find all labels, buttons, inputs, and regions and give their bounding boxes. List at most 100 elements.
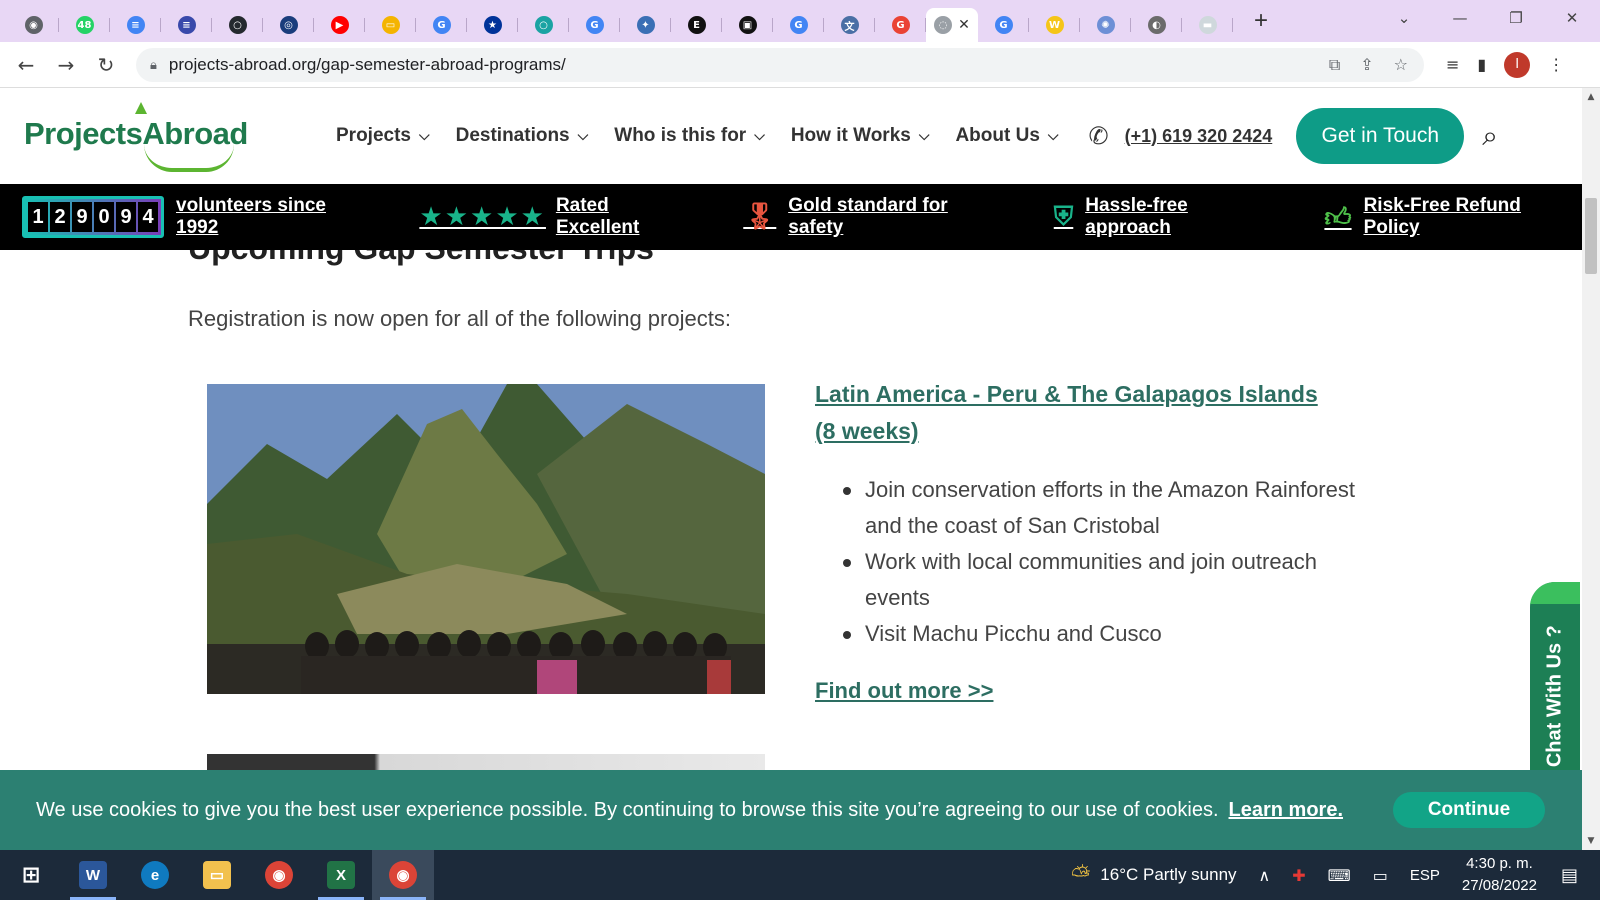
taskbar-chrome[interactable]: ◉ [248, 850, 310, 900]
get-in-touch-button[interactable]: Get in Touch [1296, 108, 1465, 164]
forward-button[interactable]: → [46, 53, 86, 77]
close-window-button[interactable]: ✕ [1544, 9, 1600, 27]
projects-abroad-logo[interactable]: ProjectsAbroad [24, 100, 248, 172]
slides-icon: ▭ [381, 16, 400, 34]
machu-picchu-photo[interactable] [207, 384, 765, 694]
system-tray: ⛅︎ 16°C Partly sunny ∧ ✚ ⌨ ▭ ESP 4:30 p.… [1071, 850, 1600, 900]
section-title: Upcoming Gap Semester Trips [188, 250, 654, 267]
browser-tab[interactable]: ≡ [161, 8, 212, 42]
refund-policy-link[interactable]: 👍︎ Risk-Free Refund Policy [1324, 195, 1582, 239]
chevron-down-icon: ⌵ [918, 128, 930, 144]
scroll-up-icon[interactable]: ▲ [1582, 92, 1600, 102]
browser-tab[interactable]: 48 [59, 8, 110, 42]
taskbar-edge[interactable]: e [124, 850, 186, 900]
browser-tab[interactable]: ▣ [722, 8, 773, 42]
share-icon[interactable]: ⇪ [1360, 55, 1373, 75]
browser-tab[interactable]: ▭ [365, 8, 416, 42]
back-button[interactable]: ← [6, 53, 46, 77]
bookmark-star-icon[interactable]: ☆ [1394, 55, 1408, 75]
logo-leaf-icon [135, 102, 147, 114]
nav-projects[interactable]: Projects ⌵ [336, 125, 430, 147]
nav-how-it-works[interactable]: How it Works ⌵ [791, 125, 930, 147]
browser-tab[interactable]: G [875, 8, 926, 42]
learn-more-link[interactable]: Learn more. [1229, 799, 1343, 822]
language-indicator[interactable]: ESP [1410, 867, 1440, 884]
volunteers-link[interactable]: volunteers since 1992 [176, 195, 373, 239]
windows-logo-icon: ⊞ [21, 862, 41, 888]
browser-tab[interactable]: 文 [824, 8, 875, 42]
browser-tab[interactable]: ≡ [110, 8, 161, 42]
windows-taskbar: ⊞ W e ▭ ◉ X ◉ ⛅︎ 16°C Partly sunny ∧ ✚ ⌨… [0, 850, 1600, 900]
nav-about-us[interactable]: About Us ⌵ [955, 125, 1058, 147]
cookie-text: We use cookies to give you the best user… [36, 798, 1219, 821]
taskbar-word[interactable]: W [62, 850, 124, 900]
google-icon: G [432, 16, 451, 34]
github-icon: ○ [228, 16, 247, 34]
browser-tab[interactable]: ○ [518, 8, 569, 42]
media-control-icon[interactable]: ≡ [1446, 55, 1459, 74]
browser-tab[interactable]: ✺ [1080, 8, 1131, 42]
find-out-more-link[interactable]: Find out more >> [815, 678, 993, 704]
close-tab-icon[interactable]: ✕ [958, 17, 970, 33]
shield-check-icon: ⛨ [1053, 201, 1074, 232]
menu-kebab-icon[interactable]: ⋮ [1548, 55, 1564, 74]
trip-title-link[interactable]: Latin America - Peru & The Galapagos Isl… [815, 376, 1335, 450]
tab-search-icon[interactable]: ⌄ [1376, 9, 1432, 27]
translate-icon: 文 [840, 16, 859, 34]
continue-button[interactable]: Continue [1393, 792, 1545, 828]
notification-icon[interactable]: ▤ [1561, 865, 1578, 886]
browser-tab[interactable]: G [978, 8, 1029, 42]
next-trip-photo[interactable] [207, 754, 765, 770]
address-bar[interactable]: 🔒︎ projects-abroad.org/gap-semester-abro… [136, 47, 1424, 82]
word-icon: W [79, 861, 107, 889]
browser-tab[interactable]: ◎ [263, 8, 314, 42]
partly-sunny-icon[interactable]: ⛅︎ [1071, 861, 1090, 889]
browser-tab[interactable]: E [671, 8, 722, 42]
browser-tab[interactable]: ★ [467, 8, 518, 42]
browser-tab[interactable]: W [1029, 8, 1080, 42]
antivirus-icon[interactable]: ✚ [1292, 866, 1305, 885]
phone-number[interactable]: (+1) 619 320 2424 [1125, 126, 1273, 147]
profile-avatar[interactable]: I [1504, 51, 1531, 78]
browser-tab[interactable]: ✦ [620, 8, 671, 42]
minimize-button[interactable]: — [1432, 9, 1488, 27]
new-tab-button[interactable]: + [1247, 7, 1275, 35]
page-scrollbar[interactable]: ▲ ▼ [1582, 88, 1600, 850]
browser-tab[interactable]: G [416, 8, 467, 42]
browser-tab[interactable]: ◐ [1131, 8, 1182, 42]
reload-button[interactable]: ↻ [86, 53, 126, 77]
rated-excellent-link[interactable]: ★★★★★ Rated Excellent [419, 195, 697, 239]
counter-digit: 9 [72, 202, 92, 232]
phone-contact[interactable]: ✆ (+1) 619 320 2424 [1089, 122, 1273, 150]
search-icon[interactable]: ⌕ [1482, 119, 1498, 153]
browser-tab[interactable]: ▶ [314, 8, 365, 42]
start-button[interactable]: ⊞ [0, 850, 62, 900]
lock-icon[interactable]: 🔒︎ [150, 57, 157, 73]
browser-tab[interactable]: G [569, 8, 620, 42]
bracket-icon: ▣ [738, 16, 757, 34]
browser-tab[interactable]: ○ [212, 8, 263, 42]
clock[interactable]: 4:30 p. m. 27/08/2022 [1462, 853, 1537, 897]
trust-bar: 129094 volunteers since 1992 ★★★★★ Rated… [0, 184, 1582, 250]
nav-who-is-this-for[interactable]: Who is this for ⌵ [614, 125, 765, 147]
chevron-down-icon: ⌵ [418, 128, 430, 144]
taskbar-excel[interactable]: X [310, 850, 372, 900]
browser-tab[interactable]: ◉ [8, 8, 59, 42]
restore-button[interactable]: ❐ [1488, 9, 1544, 27]
browser-tab[interactable]: G [773, 8, 824, 42]
scroll-down-icon[interactable]: ▼ [1582, 836, 1600, 846]
scrollbar-thumb[interactable] [1585, 198, 1597, 274]
translate-icon[interactable]: ⧉ [1329, 55, 1340, 75]
nav-destinations[interactable]: Destinations ⌵ [456, 125, 589, 147]
show-hidden-icons-icon[interactable]: ∧ [1259, 866, 1271, 885]
display-icon[interactable]: ▭ [1373, 866, 1388, 885]
weather-text[interactable]: 16°C Partly sunny [1100, 865, 1236, 885]
safety-link[interactable]: 🎖︎ Gold standard for safety [743, 195, 1007, 239]
hassle-free-link[interactable]: ⛨ Hassle-free approach [1054, 195, 1279, 239]
keyboard-icon[interactable]: ⌨ [1328, 866, 1351, 885]
taskbar-chrome-profile[interactable]: ◉ [372, 850, 434, 900]
browser-tab[interactable]: ▬ [1182, 8, 1233, 42]
side-panel-icon[interactable]: ▮ [1477, 55, 1486, 74]
browser-tab[interactable]: ◌ ✕ [926, 8, 978, 42]
taskbar-file-explorer[interactable]: ▭ [186, 850, 248, 900]
